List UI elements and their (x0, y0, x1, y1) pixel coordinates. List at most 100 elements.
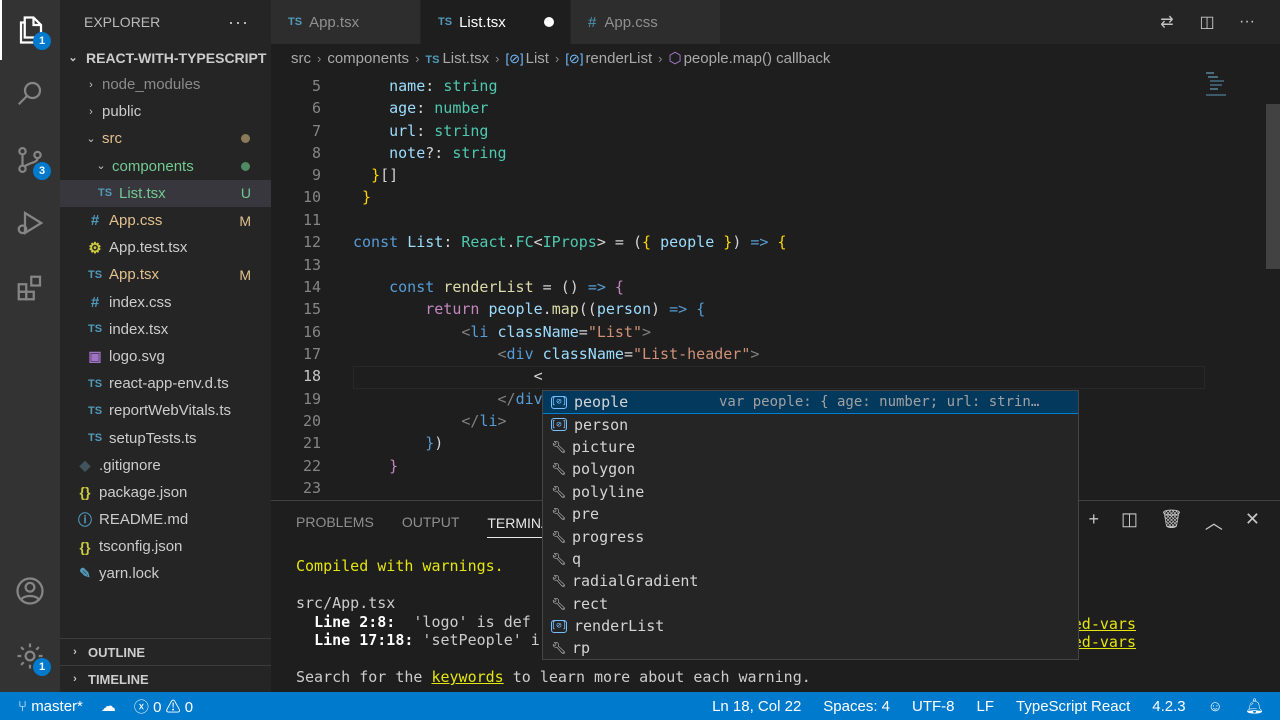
keywords-link[interactable]: keywords (431, 668, 503, 686)
wrench-icon: 🔧︎ (551, 439, 567, 454)
rule-link[interactable]: ed-vars (1073, 633, 1136, 651)
sync-icon[interactable]: ☁ (101, 697, 116, 715)
compare-changes-icon[interactable]: ⇄ (1156, 11, 1178, 33)
tab-app-css[interactable]: # App.css (571, 0, 721, 44)
wrench-icon: 🔧︎ (551, 507, 567, 522)
tree-item-node-modules[interactable]: › node_modules (60, 71, 271, 98)
variable-symbol-icon: [⊘] (550, 395, 568, 409)
scm-activity[interactable]: 3 (0, 130, 60, 190)
close-icon[interactable]: ✕ (1245, 509, 1260, 535)
editor-actions: ⇄ ◫ ··· (1156, 0, 1280, 44)
json-file-icon: {} (79, 538, 91, 555)
more-actions-icon[interactable]: ··· (1236, 11, 1258, 33)
json-file-icon: {} (79, 484, 91, 501)
suggestion-item[interactable]: 🔧︎ progress (543, 525, 1078, 547)
explorer-activity[interactable]: 1 (0, 0, 60, 60)
bell-icon[interactable]: 🔔︎ (1245, 697, 1264, 715)
tree-item-app-test[interactable]: ⚙ App.test.tsx (60, 234, 271, 261)
accounts-activity[interactable] (0, 561, 60, 621)
suggestion-item[interactable]: 🔧︎ rect (543, 593, 1078, 615)
workspace-root[interactable]: ⌄ REACT-WITH-TYPESCRIPT (60, 44, 271, 71)
manage-activity[interactable]: 1 (0, 626, 60, 686)
breadcrumb-item[interactable]: components (327, 50, 409, 67)
encoding[interactable]: UTF-8 (912, 698, 955, 715)
breadcrumb-item[interactable]: [⊘] List (506, 50, 549, 67)
suggestion-item[interactable]: 🔧︎ pre (543, 503, 1078, 525)
end-of-line[interactable]: LF (977, 698, 995, 715)
tab-app-tsx[interactable]: TS App.tsx (271, 0, 421, 44)
breadcrumb-label: people.map() callback (683, 50, 831, 67)
branch-item[interactable]: ⑂ master* (18, 698, 83, 715)
explorer-badge: 1 (33, 32, 51, 50)
tree-item-react-app-env[interactable]: TS react-app-env.d.ts (60, 370, 271, 397)
tree-item-tsconfig[interactable]: {} tsconfig.json (60, 533, 271, 560)
feedback-icon[interactable]: ☺ (1208, 698, 1223, 715)
chevron-up-icon[interactable]: ︿ (1205, 509, 1223, 535)
rule-link[interactable]: ed-vars (1073, 615, 1136, 633)
split-terminal-icon[interactable]: ◫ (1121, 509, 1138, 535)
problems-item[interactable]: ⓧ 0 ⚠ 0 (134, 696, 193, 717)
git-file-icon: ◆ (79, 456, 91, 473)
outline-section[interactable]: › OUTLINE (60, 638, 271, 665)
suggestion-label: renderList (574, 617, 665, 636)
chevron-down-icon: ⌄ (68, 51, 78, 64)
tree-item-src[interactable]: ⌄ src (60, 125, 271, 152)
trash-icon[interactable]: 🗑 (1160, 509, 1183, 535)
tree-item-logo-svg[interactable]: ▣ logo.svg (60, 343, 271, 370)
suggestion-label: people (574, 393, 629, 412)
suggestion-item[interactable]: 🔧︎ q (543, 548, 1078, 570)
tree-item-app-tsx[interactable]: TS App.tsx M (60, 261, 271, 288)
tree-item-setup-tests[interactable]: TS setupTests.ts (60, 424, 271, 451)
suggestion-label: picture (572, 437, 636, 456)
suggestion-item[interactable]: [⊘] person (543, 413, 1078, 435)
suggestion-item[interactable]: 🔧︎ picture (543, 436, 1078, 458)
line-number: 10 (302, 188, 321, 206)
vertical-scrollbar[interactable] (1266, 104, 1280, 269)
line-number: 8 (311, 144, 321, 162)
tree-item-components[interactable]: ⌄ components (60, 153, 271, 180)
suggestion-item[interactable]: [⊘] renderList (543, 615, 1078, 637)
more-actions-icon[interactable]: ··· (228, 12, 249, 33)
typescript-file-icon: TS (438, 16, 453, 28)
code-line: url: string (389, 122, 489, 140)
suggestion-item[interactable]: 🔧︎ polyline (543, 481, 1078, 503)
tree-item-index-css[interactable]: # index.css (60, 289, 271, 316)
add-terminal-icon[interactable]: + (1089, 509, 1100, 535)
debug-activity[interactable] (0, 193, 60, 253)
breadcrumb-item[interactable]: [⊘] renderList (565, 50, 652, 67)
indentation[interactable]: Spaces: 4 (823, 698, 890, 715)
tree-item-yarn-lock[interactable]: ✎ yarn.lock (60, 560, 271, 587)
tree-item-readme[interactable]: ⓘ README.md (60, 506, 271, 533)
suggestion-item[interactable]: 🔧︎ polygon (543, 458, 1078, 480)
cursor-position[interactable]: Ln 18, Col 22 (712, 698, 801, 715)
tab-problems[interactable]: PROBLEMS (296, 514, 374, 530)
timeline-section[interactable]: › TIMELINE (60, 665, 271, 692)
language-mode[interactable]: TypeScript React (1016, 698, 1130, 715)
breadcrumb-item[interactable]: TS List.tsx (425, 50, 489, 67)
search-activity[interactable] (0, 63, 60, 123)
tab-output[interactable]: OUTPUT (402, 514, 460, 530)
code-line: <li className="List"> (461, 323, 652, 341)
tree-item-index-tsx[interactable]: TS index.tsx (60, 316, 271, 343)
suggestion-item[interactable]: [⊘] people var people: { age: number; ur… (543, 391, 1078, 415)
breadcrumb-item[interactable]: ⬡ people.map() callback (668, 49, 830, 67)
extensions-activity[interactable] (0, 258, 60, 318)
breadcrumb-item[interactable]: src (291, 50, 311, 67)
tree-item-list-tsx[interactable]: TS List.tsx U (60, 179, 271, 207)
git-status-badge: U (240, 185, 251, 202)
tree-item-report-web-vitals[interactable]: TS reportWebVitals.ts (60, 397, 271, 424)
unsaved-dot-icon[interactable] (544, 17, 554, 27)
suggestion-item[interactable]: 🔧︎ rp (543, 637, 1078, 659)
tree-item-app-css[interactable]: # App.css M (60, 207, 271, 234)
minimap[interactable] (1206, 72, 1266, 112)
tree-item-package-json[interactable]: {} package.json (60, 479, 271, 506)
tree-item-gitignore[interactable]: ◆ .gitignore (60, 452, 271, 479)
ts-version[interactable]: 4.2.3 (1152, 698, 1185, 715)
tab-list-tsx[interactable]: TS List.tsx (421, 0, 571, 44)
tree-item-label: App.tsx (109, 266, 160, 284)
split-editor-icon[interactable]: ◫ (1196, 11, 1218, 33)
chevron-right-icon: › (415, 50, 420, 66)
suggestion-item[interactable]: 🔧︎ radialGradient (543, 570, 1078, 592)
variable-symbol-icon: [⊘] (550, 418, 568, 432)
tree-item-public[interactable]: › public (60, 98, 271, 125)
